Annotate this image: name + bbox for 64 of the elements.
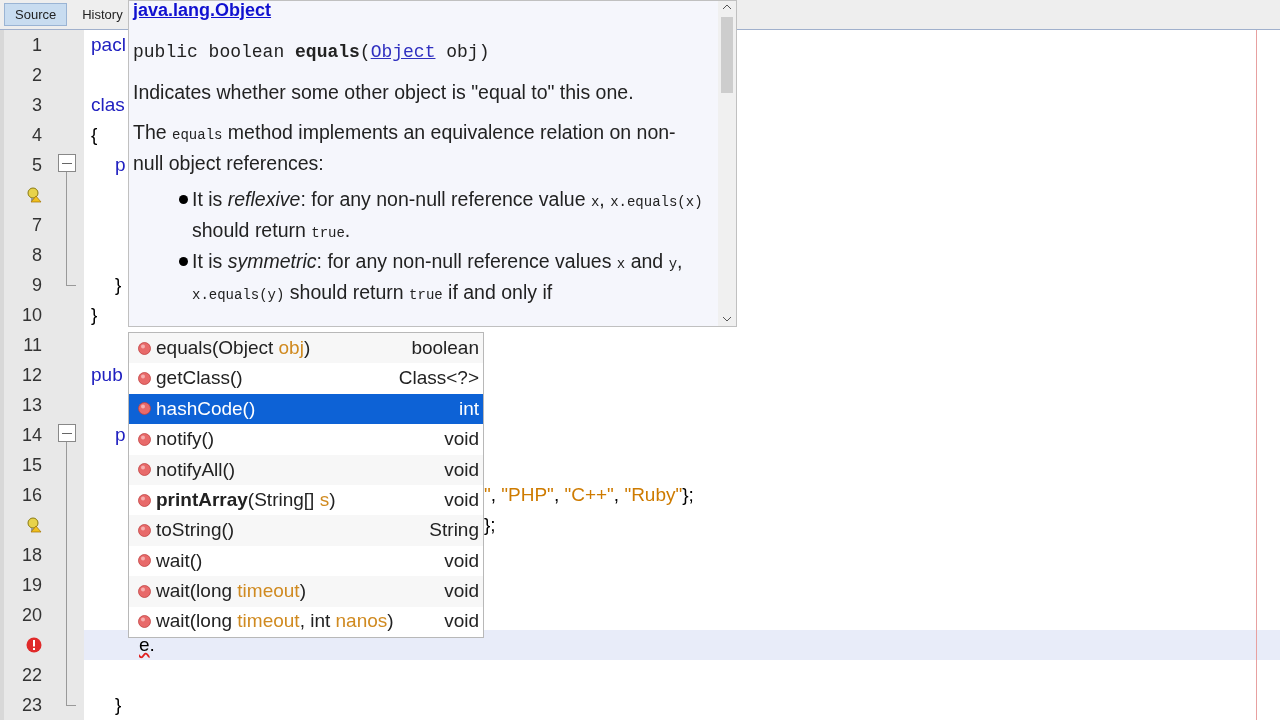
line-number: 18 — [21, 543, 42, 567]
lightbulb-warning-icon[interactable] — [26, 187, 42, 203]
code-text: }; — [484, 512, 496, 537]
line-number: 8 — [32, 243, 42, 267]
line-number: 1 — [32, 33, 42, 57]
doc-paragraph: Indicates whether some other object is "equal to" this one. — [133, 80, 635, 105]
scroll-down-icon[interactable] — [722, 315, 732, 323]
line-number: 13 — [21, 393, 42, 417]
doc-paragraph: The equals method implements an equivalence relation on non-null object references: — [133, 120, 677, 176]
code-text: } — [115, 272, 122, 297]
code-text: ", "PHP", "C++", "Ruby"}; — [484, 482, 694, 507]
scrollbar-thumb[interactable] — [721, 17, 733, 93]
code-text: pacl — [91, 32, 126, 57]
line-number: 2 — [32, 63, 42, 87]
lightbulb-warning-icon[interactable] — [26, 517, 42, 533]
line-number: 14 — [21, 423, 42, 447]
line-number: 22 — [21, 663, 42, 687]
error-icon[interactable] — [26, 637, 42, 653]
method-icon — [138, 524, 151, 538]
fold-toggle[interactable] — [58, 424, 76, 442]
line-number: 7 — [32, 213, 42, 237]
line-number: 20 — [21, 603, 42, 627]
line-number: 5 — [32, 153, 42, 177]
completion-item[interactable]: notifyAll() void — [129, 454, 483, 485]
scrollbar[interactable] — [718, 1, 736, 326]
method-icon — [138, 615, 151, 629]
completion-item[interactable]: hashCode() int — [129, 393, 483, 425]
method-icon — [138, 584, 151, 598]
code-text: pub — [91, 362, 123, 387]
bullet-icon — [179, 195, 188, 204]
completion-item[interactable]: toString() String — [129, 515, 483, 546]
method-icon — [138, 402, 151, 416]
method-icon — [138, 463, 151, 477]
line-number: 23 — [21, 693, 42, 717]
line-number: 10 — [21, 303, 42, 327]
line-number: 12 — [21, 363, 42, 387]
line-number: 9 — [32, 273, 42, 297]
line-number: 19 — [21, 573, 42, 597]
method-icon — [138, 554, 151, 568]
doc-list-item: It is symmetric: for any non-null reference values x and y, x.equals(y) should return true if and only if — [192, 249, 684, 305]
doc-list-item: It is reflexive: for any non-null reference value x, x.equals(x) should return true. — [192, 187, 704, 243]
completion-item[interactable]: equals(Object obj) boolean — [129, 333, 483, 364]
method-icon — [138, 432, 151, 446]
completion-item[interactable]: wait(long timeout) void — [129, 576, 483, 607]
code-text: { — [91, 122, 98, 147]
method-icon — [138, 493, 151, 507]
code-text: p — [115, 152, 126, 177]
javadoc-title-link[interactable]: java.lang.Object — [133, 1, 272, 24]
line-number: 4 — [32, 123, 42, 147]
line-number: 11 — [23, 333, 42, 357]
scroll-up-icon[interactable] — [722, 3, 732, 11]
method-icon — [138, 341, 151, 355]
method-signature: public boolean equals(Object obj) — [133, 41, 491, 64]
code-text: clas — [91, 92, 125, 117]
editor-tab[interactable]: Source — [4, 3, 68, 26]
code-text: } — [115, 692, 122, 717]
line-number: 16 — [21, 483, 42, 507]
line-number: 3 — [32, 93, 42, 117]
fold-toggle[interactable] — [58, 154, 76, 172]
method-icon — [138, 372, 151, 386]
code-text: p — [115, 422, 126, 447]
bullet-icon — [179, 257, 188, 266]
line-number: 15 — [21, 453, 42, 477]
code-text: } — [91, 302, 98, 327]
